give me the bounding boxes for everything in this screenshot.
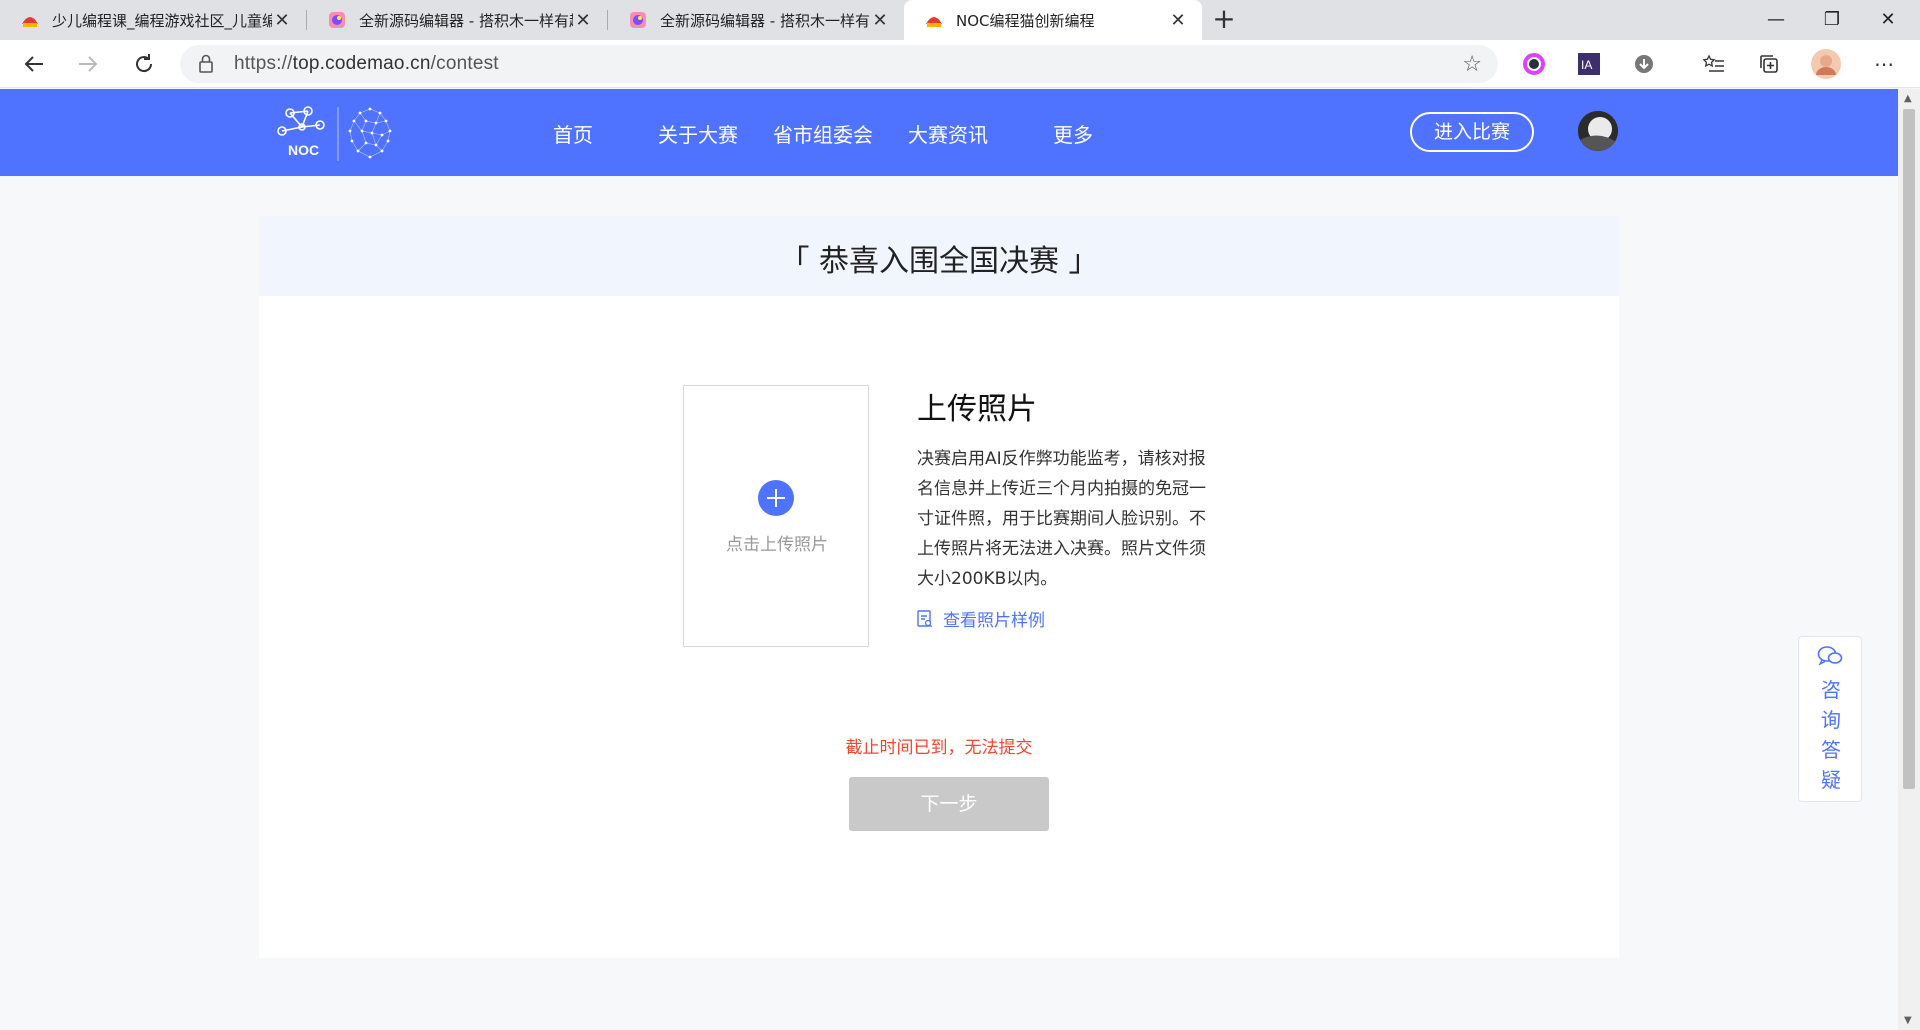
consult-widget[interactable]: 咨 询 答 疑 — [1798, 636, 1862, 802]
browser-tab-1[interactable]: 少儿编程课_编程游戏社区_儿童编 ✕ — [0, 0, 306, 40]
url-text: https://top.codemao.cn/contest — [234, 53, 499, 75]
consult-label: 咨 询 答 疑 — [1799, 675, 1863, 795]
plus-icon — [758, 480, 794, 516]
scroll-up-arrow-icon[interactable]: ▲ — [1904, 93, 1912, 104]
favorites-list-icon[interactable] — [1700, 50, 1728, 78]
nav-about[interactable]: 关于大赛 — [658, 119, 738, 148]
upload-heading: 上传照片 — [917, 392, 1037, 427]
forward-button[interactable] — [70, 46, 106, 82]
more-menu-icon[interactable]: ⋯ — [1870, 50, 1898, 78]
browser-toolbar: https://top.codemao.cn/contest ☆ IA ⋯ — [0, 40, 1920, 88]
tab-close-icon[interactable]: ✕ — [870, 10, 890, 31]
minimize-button[interactable]: — — [1748, 0, 1804, 40]
upload-hint: 点击上传照片 — [726, 535, 828, 555]
url-scheme: https:// — [234, 53, 293, 74]
download-extension-icon[interactable] — [1630, 50, 1658, 78]
browser-tab-strip: 少儿编程课_编程游戏社区_儿童编 ✕ 全新源码编辑器 - 搭积木一样有趣 ✕ 全… — [0, 0, 1920, 40]
consult-char: 疑 — [1821, 768, 1841, 792]
scroll-down-arrow-icon[interactable]: ▼ — [1904, 1015, 1912, 1026]
ia-extension-icon[interactable]: IA — [1575, 50, 1603, 78]
window-close-button[interactable]: ✕ — [1860, 0, 1916, 40]
tab-close-icon[interactable]: ✕ — [272, 10, 292, 31]
page-viewport: NOC 首页 关于大赛 省市组委会 大赛资讯 更多 进入比赛 「 恭喜入围全国决… — [0, 89, 1898, 1030]
kitten-editor-favicon-icon — [630, 12, 646, 28]
browser-tab-3[interactable]: 全新源码编辑器 - 搭积木一样有趣 ✕ — [608, 0, 904, 40]
tab-close-icon[interactable]: ✕ — [573, 10, 593, 31]
url-path: /contest — [430, 53, 499, 74]
browser-tab-2[interactable]: 全新源码编辑器 - 搭积木一样有趣 ✕ — [307, 0, 607, 40]
kitten-editor-favicon-icon — [329, 12, 345, 28]
consult-char: 答 — [1821, 738, 1841, 762]
logo-text: NOC — [288, 142, 319, 158]
refresh-icon — [136, 54, 153, 73]
nav-more[interactable]: 更多 — [1053, 119, 1093, 148]
tab-title: 少儿编程课_编程游戏社区_儿童编 — [52, 11, 272, 30]
browser-tab-4-active[interactable]: NOC编程猫创新编程 ✕ — [904, 0, 1202, 40]
chat-bubble-icon — [1817, 646, 1843, 666]
enter-contest-button[interactable]: 进入比赛 — [1410, 112, 1534, 152]
back-button[interactable] — [16, 46, 52, 82]
nav-news[interactable]: 大赛资讯 — [908, 119, 988, 148]
next-step-button[interactable]: 下一步 — [849, 777, 1049, 831]
view-sample-label: 查看照片样例 — [943, 611, 1045, 631]
consult-char: 询 — [1821, 708, 1841, 732]
user-avatar[interactable] — [1578, 111, 1618, 151]
view-sample-link[interactable]: 查看照片样例 — [917, 606, 1045, 631]
scrollbar-thumb[interactable] — [1903, 109, 1915, 789]
tab-title: 全新源码编辑器 - 搭积木一样有趣 — [660, 11, 870, 30]
nav-committees[interactable]: 省市组委会 — [773, 119, 873, 148]
new-tab-button[interactable]: + — [1208, 4, 1240, 36]
noc-logo[interactable]: NOC — [276, 101, 416, 165]
arrow-right-icon — [79, 56, 98, 72]
address-bar[interactable]: https://top.codemao.cn/contest ☆ — [180, 45, 1498, 83]
profile-avatar[interactable] — [1810, 48, 1842, 80]
tab-title: 全新源码编辑器 - 搭积木一样有趣 — [359, 11, 573, 30]
contest-card: 「 恭喜入围全国决赛 」 点击上传照片 上传照片 决赛启用AI反作弊功能监考，请… — [259, 216, 1619, 958]
site-header: NOC 首页 关于大赛 省市组委会 大赛资讯 更多 进入比赛 — [0, 89, 1898, 176]
lock-icon — [199, 54, 213, 73]
collections-icon[interactable] — [1755, 50, 1783, 78]
favorite-star-icon[interactable]: ☆ — [1462, 52, 1482, 77]
restore-button[interactable]: ❐ — [1804, 0, 1860, 40]
codemao-favicon-icon — [926, 17, 942, 27]
upload-description: 决赛启用AI反作弊功能监考，请核对报名信息并上传近三个月内拍摄的免冠一寸证件照，… — [917, 449, 1206, 589]
arrow-left-icon — [24, 56, 43, 72]
photo-upload-box[interactable]: 点击上传照片 — [683, 385, 869, 647]
tab-close-icon[interactable]: ✕ — [1168, 10, 1188, 31]
codemao-favicon-icon — [22, 17, 38, 27]
svg-text:IA: IA — [1581, 58, 1592, 72]
nav-home[interactable]: 首页 — [553, 119, 593, 148]
url-host: top.codemao.cn — [292, 53, 431, 74]
color-extension-icon[interactable] — [1520, 50, 1548, 78]
document-icon — [917, 609, 933, 627]
page-title: 「 恭喜入围全国决赛 」 — [779, 244, 1099, 279]
refresh-button[interactable] — [126, 46, 162, 82]
tab-title: NOC编程猫创新编程 — [956, 11, 1095, 30]
consult-char: 咨 — [1821, 678, 1841, 702]
page-scrollbar[interactable]: ▲ ▼ — [1898, 89, 1920, 1030]
deadline-notice: 截止时间已到，无法提交 — [845, 738, 1033, 758]
